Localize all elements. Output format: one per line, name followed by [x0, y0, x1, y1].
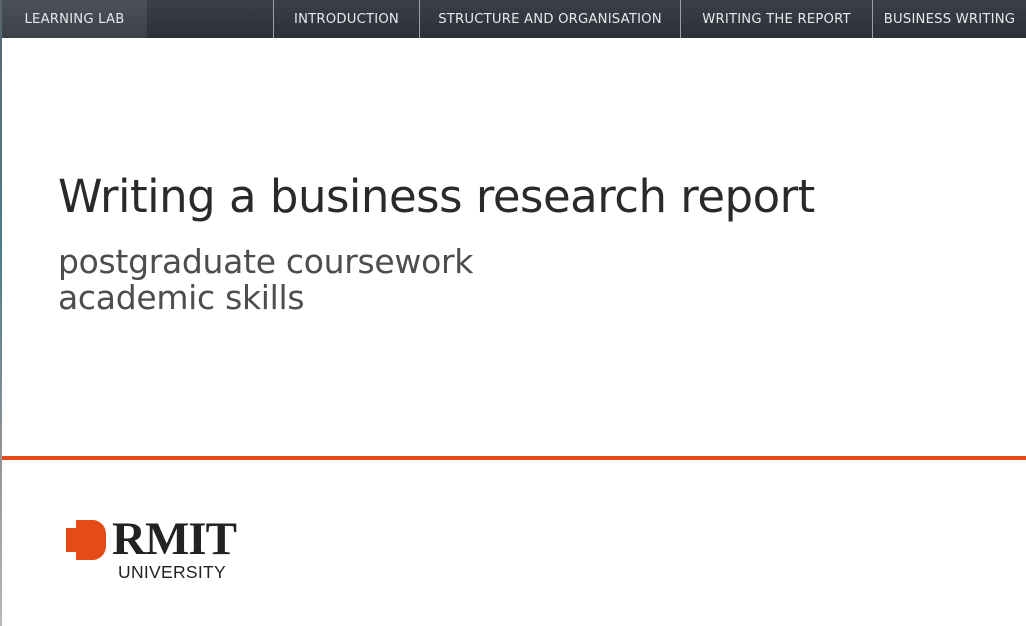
slide-title: Writing a business research report	[58, 170, 815, 223]
accent-divider	[2, 456, 1026, 460]
rmit-university-logo: RMIT UNIVERSITY	[62, 514, 252, 586]
slide-subtitle-line-1: postgraduate coursework	[58, 242, 474, 281]
nav-learning-lab-home[interactable]: LEARNING LAB	[2, 0, 147, 38]
window-left-edge	[0, 0, 2, 626]
rmit-pixel-mark-icon	[66, 520, 107, 560]
nav-item-structure-and-organisation[interactable]: STRUCTURE AND ORGANISATION	[420, 0, 681, 38]
nav-item-introduction[interactable]: INTRODUCTION	[274, 0, 420, 38]
slide-subtitle-line-2: academic skills	[58, 278, 305, 317]
top-navigation-bar: LEARNING LAB INTRODUCTION STRUCTURE AND …	[2, 0, 1026, 38]
nav-item-writing-the-report[interactable]: WRITING THE REPORT	[681, 0, 873, 38]
nav-spacer	[147, 0, 274, 38]
logo-subtext: UNIVERSITY	[118, 562, 227, 582]
slide-frame: LEARNING LAB INTRODUCTION STRUCTURE AND …	[0, 0, 1026, 626]
nav-item-business-writing[interactable]: BUSINESS WRITING	[873, 0, 1026, 38]
logo-wordmark: RMIT	[112, 513, 237, 565]
